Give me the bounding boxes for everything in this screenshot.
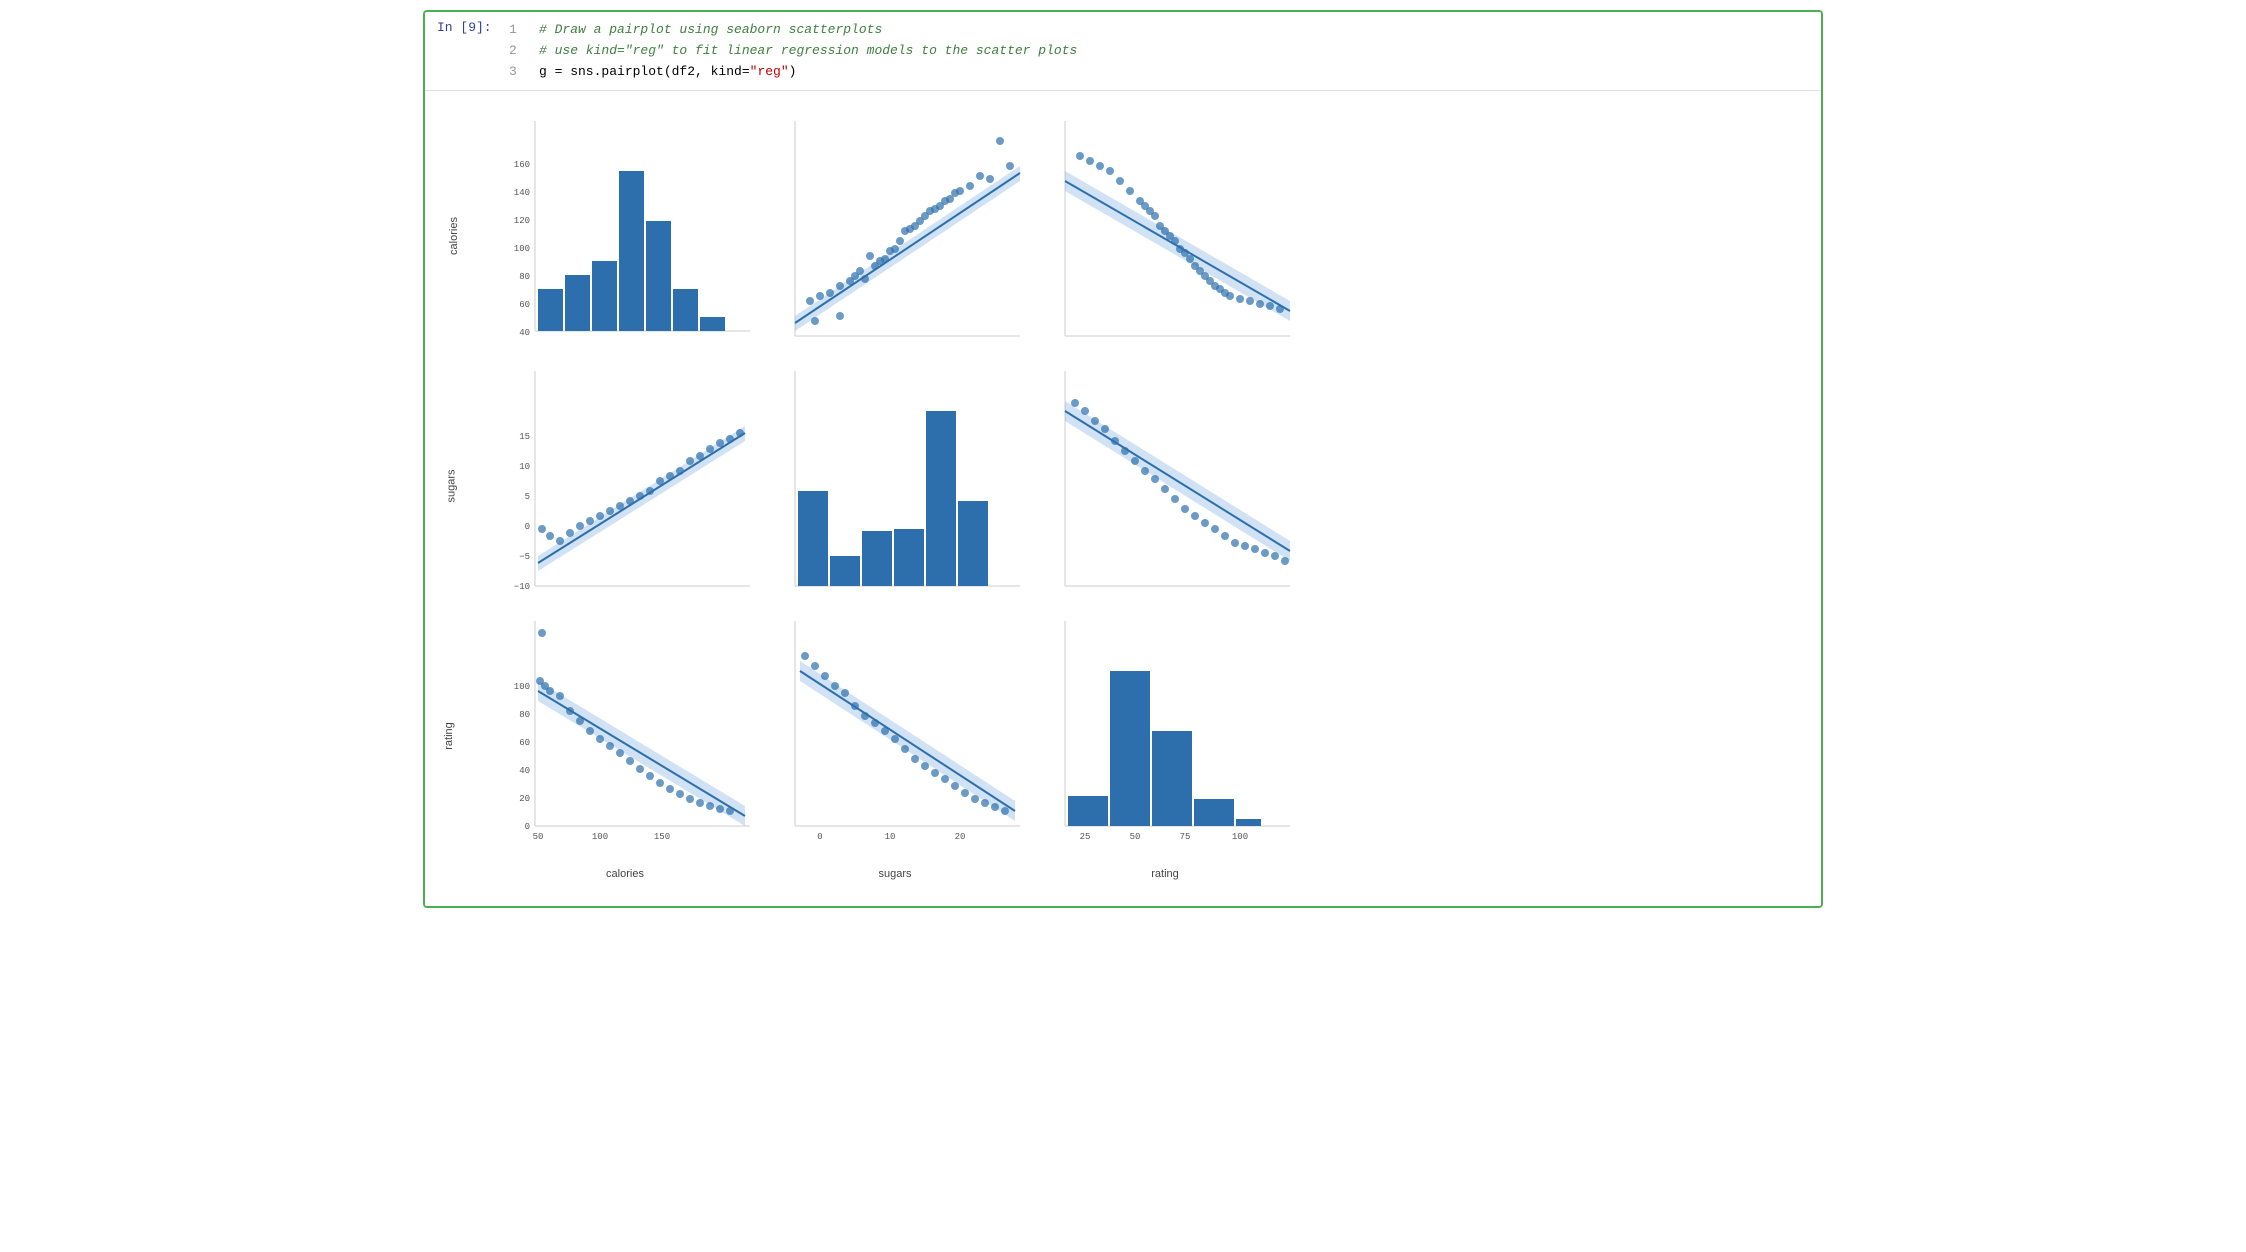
scatter-rating-calories: 0 20 40 60 80 100 50 100 150: [490, 611, 760, 861]
code-comment-1: # Draw a pairplot using seaborn scatterp…: [539, 20, 882, 41]
svg-text:5: 5: [525, 492, 530, 502]
svg-text:140: 140: [514, 188, 530, 198]
scatter-calories-sugars: [760, 111, 1030, 361]
svg-text:80: 80: [519, 710, 530, 720]
row-label-calories: calories: [448, 217, 460, 255]
plot-cell-1-2: [1030, 361, 1300, 611]
svg-text:100: 100: [592, 832, 608, 842]
cell-output: calories 40 60 80 100 120 140 160: [425, 91, 1821, 906]
svg-text:15: 15: [519, 432, 530, 442]
row-label-rating: rating: [443, 723, 455, 751]
svg-text:50: 50: [1130, 832, 1141, 842]
svg-text:20: 20: [519, 794, 530, 804]
histogram-sugars: [760, 361, 1030, 611]
svg-text:40: 40: [519, 328, 530, 338]
code-line-1: 1 # Draw a pairplot using seaborn scatte…: [509, 20, 1817, 41]
plot-cell-1-1: [760, 361, 1030, 611]
code-comment-2: # use kind="reg" to fit linear regressio…: [539, 41, 1077, 62]
line-num-2: 2: [509, 41, 529, 62]
svg-text:0: 0: [525, 522, 530, 532]
svg-text:10: 10: [519, 462, 530, 472]
code-line-3: 3 g = sns.pairplot(df2, kind="reg"): [509, 62, 1817, 83]
svg-text:120: 120: [514, 216, 530, 226]
xlabel-rating: rating: [1030, 868, 1300, 880]
plot-cell-0-0: calories 40 60 80 100 120 140 160: [490, 111, 760, 361]
scatter-sugars-rating: [1030, 361, 1300, 611]
svg-text:160: 160: [514, 160, 530, 170]
scatter-calories-rating: [1030, 111, 1300, 361]
scatter-rating-sugars: 0 10 20: [760, 611, 1030, 861]
svg-text:40: 40: [519, 766, 530, 776]
svg-text:75: 75: [1180, 832, 1191, 842]
code-paren-3: ): [789, 62, 797, 83]
svg-text:100: 100: [514, 682, 530, 692]
line-num-1: 1: [509, 20, 529, 41]
notebook-cell: In [9]: 1 # Draw a pairplot using seabor…: [423, 10, 1823, 908]
plot-cell-0-2: [1030, 111, 1300, 361]
svg-text:50: 50: [533, 832, 544, 842]
svg-text:−10: −10: [514, 582, 530, 592]
scatter-sugars-calories: −10 −5 0 5 10 15: [490, 361, 760, 611]
svg-text:0: 0: [525, 822, 530, 832]
cell-label: In [9]:: [425, 12, 505, 90]
svg-text:−5: −5: [519, 552, 530, 562]
xlabel-calories: calories: [490, 868, 760, 880]
cell-input: In [9]: 1 # Draw a pairplot using seabor…: [425, 12, 1821, 91]
svg-text:60: 60: [519, 738, 530, 748]
svg-text:20: 20: [955, 832, 966, 842]
plot-cell-2-0: rating 0 20 40 60 80 100 50 100: [490, 611, 760, 861]
code-line-2: 2 # use kind="reg" to fit linear regress…: [509, 41, 1817, 62]
plot-cell-2-2: 25 50 75 100: [1030, 611, 1300, 861]
svg-text:0: 0: [817, 832, 822, 842]
plot-cell-2-1: 0 10 20: [760, 611, 1030, 861]
svg-text:25: 25: [1080, 832, 1091, 842]
histogram-rating: 25 50 75 100: [1030, 611, 1300, 861]
svg-text:60: 60: [519, 300, 530, 310]
xlabel-sugars: sugars: [760, 868, 1030, 880]
svg-text:100: 100: [514, 244, 530, 254]
plot-cell-0-1: [760, 111, 1030, 361]
code-string-3: "reg": [750, 62, 789, 83]
histogram-calories: 40 60 80 100 120 140 160: [490, 111, 760, 361]
svg-text:10: 10: [885, 832, 896, 842]
svg-text:80: 80: [519, 272, 530, 282]
code-text-3: g = sns.pairplot(df2, kind=: [539, 62, 750, 83]
plot-cell-1-0: sugars −10 −5 0 5 10 15: [490, 361, 760, 611]
cell-code: 1 # Draw a pairplot using seaborn scatte…: [505, 12, 1821, 90]
svg-text:100: 100: [1232, 832, 1248, 842]
svg-text:150: 150: [654, 832, 670, 842]
line-num-3: 3: [509, 62, 529, 83]
row-label-sugars: sugars: [446, 470, 458, 503]
